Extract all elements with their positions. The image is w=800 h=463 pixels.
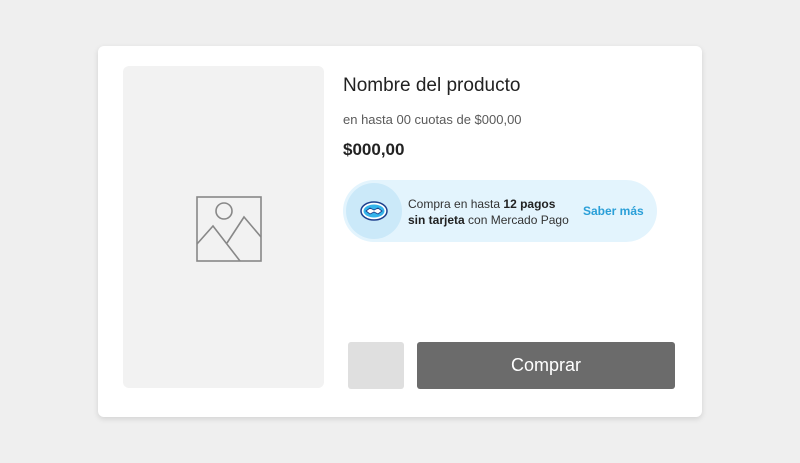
mercado-pago-banner: Compra en hasta 12 pagos sin tarjeta con…: [343, 180, 657, 242]
installments-text: en hasta 00 cuotas de $000,00: [343, 112, 522, 127]
buy-button[interactable]: Comprar: [417, 342, 675, 389]
image-placeholder-icon: [196, 196, 262, 262]
mercado-pago-logo: [346, 183, 402, 239]
mercado-pago-handshake-icon: [360, 201, 388, 221]
mercado-pago-banner-text: Compra en hasta 12 pagos sin tarjeta con…: [408, 196, 573, 228]
quantity-selector[interactable]: [348, 342, 404, 389]
saber-mas-link[interactable]: Saber más: [583, 204, 644, 218]
banner-text-prefix: Compra en hasta: [408, 197, 504, 211]
product-image: [123, 66, 324, 388]
banner-text-suffix: con Mercado Pago: [464, 213, 569, 227]
product-card: Nombre del producto en hasta 00 cuotas d…: [98, 46, 702, 417]
product-price: $000,00: [343, 140, 405, 159]
product-title: Nombre del producto: [343, 75, 521, 96]
